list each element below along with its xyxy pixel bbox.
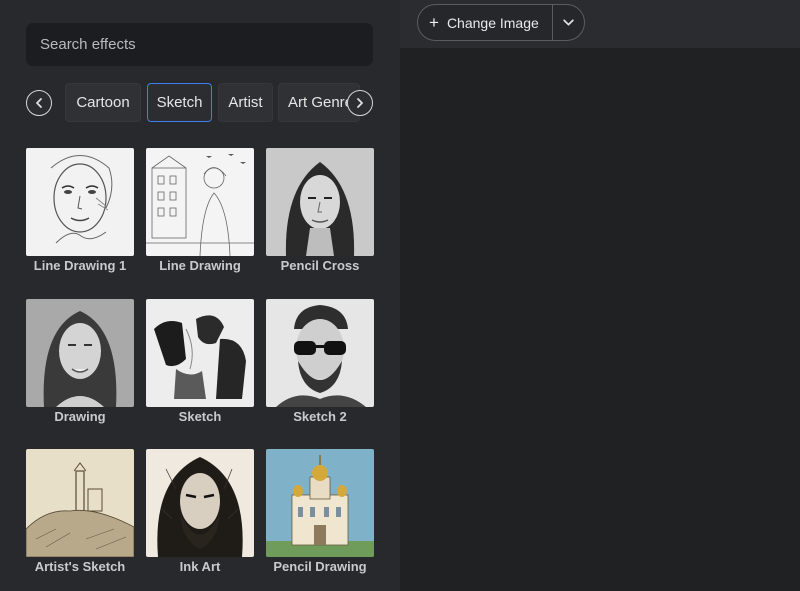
effect-tile-artists-sketch[interactable]: Artist's Sketch [26, 449, 134, 577]
effect-label: Line Drawing 1 [33, 258, 127, 273]
effect-tile-sketch[interactable]: Sketch [146, 299, 254, 427]
effects-sidebar: Cartoon Sketch Artist Art Genre Line Dra… [0, 0, 400, 591]
category-tab-artist[interactable]: Artist [218, 83, 273, 122]
plus-icon: + [429, 13, 439, 32]
effect-tile-pencil-cross[interactable]: Pencil Cross [266, 148, 374, 276]
effect-thumbnail [146, 299, 254, 407]
effect-label: Pencil Drawing [273, 559, 367, 574]
effect-label: Ink Art [179, 559, 221, 574]
image-canvas[interactable] [400, 48, 800, 591]
change-image-main[interactable]: + Change Image [418, 5, 553, 40]
effect-thumbnail [266, 299, 374, 407]
chevron-down-icon [563, 19, 574, 26]
effect-tile-line-drawing[interactable]: Line Drawing [146, 148, 254, 276]
effect-thumbnail [26, 449, 134, 557]
change-image-button[interactable]: + Change Image [417, 4, 585, 41]
effect-label: Drawing [54, 409, 106, 424]
category-tab-sketch[interactable]: Sketch [147, 83, 212, 122]
effect-label: Line Drawing [159, 258, 241, 273]
effect-tile-sketch-2[interactable]: Sketch 2 [266, 299, 374, 427]
effect-thumbnail [26, 148, 134, 256]
category-bar: Cartoon Sketch Artist Art Genre [0, 83, 400, 123]
change-image-label: Change Image [446, 14, 539, 31]
effect-thumbnail [146, 148, 254, 256]
category-next-button[interactable] [347, 90, 373, 116]
change-image-dropdown[interactable] [553, 5, 584, 40]
category-prev-button[interactable] [26, 90, 52, 116]
effect-thumbnail [146, 449, 254, 557]
effect-tile-line-drawing-1[interactable]: Line Drawing 1 [26, 148, 134, 276]
top-toolbar: + Change Image [400, 0, 800, 48]
effect-label: Artist's Sketch [34, 559, 126, 574]
effect-label: Sketch 2 [293, 409, 347, 424]
effect-label: Sketch [178, 409, 222, 424]
effect-label: Pencil Cross [280, 258, 360, 273]
effect-tile-drawing[interactable]: Drawing [26, 299, 134, 427]
chevron-left-icon [36, 98, 42, 108]
category-tab-cartoon[interactable]: Cartoon [65, 83, 141, 122]
effect-thumbnail [26, 299, 134, 407]
effect-tile-pencil-drawing[interactable]: Pencil Drawing [266, 449, 374, 577]
effect-tile-ink-art[interactable]: Ink Art [146, 449, 254, 577]
effect-thumbnail [266, 449, 374, 557]
search-input[interactable] [26, 23, 373, 66]
chevron-right-icon [357, 98, 363, 108]
effect-thumbnail [266, 148, 374, 256]
